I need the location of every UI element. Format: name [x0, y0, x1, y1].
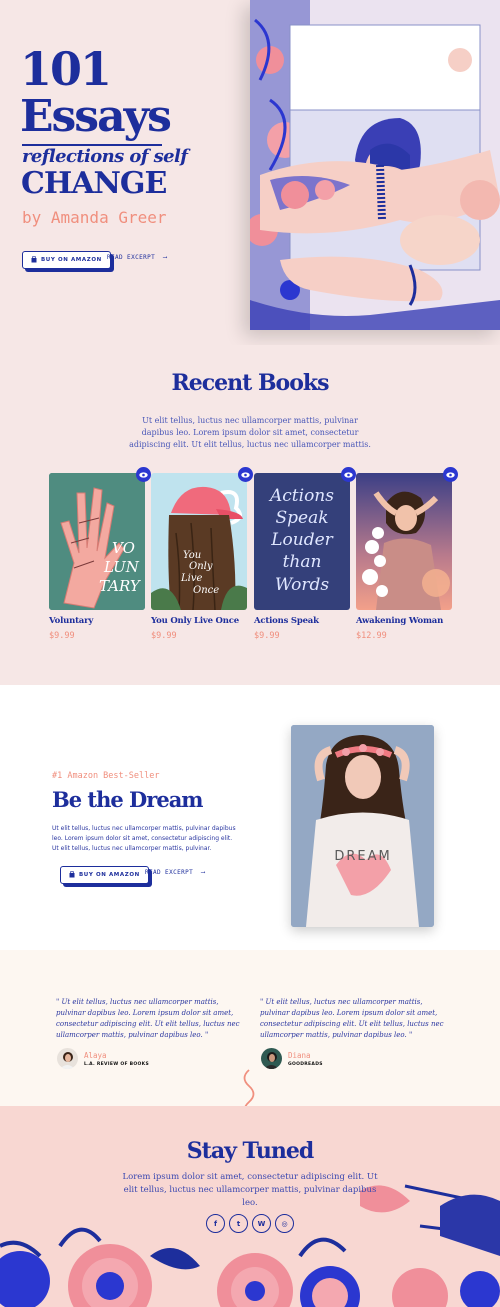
read-excerpt-label: READ EXCERPT: [107, 254, 156, 261]
book-title[interactable]: Voluntary: [49, 616, 145, 626]
yolo-cover-line-1: You: [183, 550, 201, 561]
voluntary-cover-line-1: VO: [112, 539, 135, 557]
actions-cover-line-4: than: [283, 552, 322, 572]
read-excerpt-label: READ EXCERPT: [145, 869, 194, 876]
book-cover-awakening-woman[interactable]: [356, 473, 452, 610]
dream-shirt-text: DREAM: [334, 849, 391, 864]
eye-icon[interactable]: [443, 467, 458, 482]
reviewer-organization: GOODREADS: [288, 1061, 323, 1067]
social-links: f t W ◎: [206, 1214, 294, 1233]
reviewer-name: Alaya: [84, 1050, 107, 1060]
testimonial-reviewer: Alaya L.A. REVIEW OF BOOKS: [57, 1048, 149, 1069]
instagram-icon[interactable]: ◎: [275, 1214, 294, 1233]
testimonial-quote: " Ut elit tellus, luctus nec ullamcorper…: [260, 998, 444, 1039]
book-card[interactable]: Actions Speak Louder than Words Actions …: [254, 467, 356, 641]
book-card[interactable]: VO LUN TARY Voluntary $9.99: [49, 467, 151, 641]
avatar: [57, 1048, 78, 1069]
yolo-cover-line-3: Live: [180, 573, 202, 584]
book-cover-you-only-live-once[interactable]: You Only Live Once: [151, 473, 247, 610]
buy-amazon-label: BUY ON AMAZON: [41, 257, 102, 263]
eye-icon[interactable]: [341, 467, 356, 482]
testimonial-reviewer: Diana GOODREADS: [261, 1048, 323, 1069]
reviewer-name: Diana: [288, 1050, 311, 1060]
hero-title-change: CHANGE: [21, 166, 167, 201]
featured-book-description: Ut elit tellus, luctus nec ullamcorper m…: [52, 825, 236, 852]
book-title[interactable]: Awakening Woman: [356, 616, 452, 626]
voluntary-cover-line-2: LUN: [103, 558, 140, 576]
wordpress-icon[interactable]: W: [252, 1214, 271, 1233]
bestseller-kicker: #1 Amazon Best-Seller: [52, 771, 160, 781]
yolo-cover-line-2: Only: [189, 561, 213, 572]
newsletter-heading: Stay Tuned: [186, 1138, 314, 1164]
featured-read-excerpt-link[interactable]: READ EXCERPT ⟶: [145, 869, 205, 876]
yolo-cover-line-4: Once: [193, 585, 219, 596]
hero-section: 101 Essays reflections of self CHANGE by…: [0, 0, 500, 345]
shopping-bag-icon: [69, 870, 75, 880]
featured-book-heading: Be the Dream: [52, 787, 204, 812]
newsletter-section: Stay Tuned Lorem ipsum dolor sit amet, c…: [0, 1106, 500, 1307]
testimonials-section: " Ut elit tellus, luctus nec ullamcorper…: [0, 950, 500, 1119]
hero-author: by Amanda Greer: [22, 208, 167, 227]
recent-books-section: Recent Books Ut elit tellus, luctus nec …: [0, 345, 500, 685]
hero-read-excerpt-link[interactable]: READ EXCERPT ⟶: [107, 254, 167, 261]
hero-title-number: 101: [20, 42, 112, 96]
reviewer-organization: L.A. REVIEW OF BOOKS: [84, 1061, 149, 1067]
book-price: $9.99: [49, 631, 75, 641]
book-price: $12.99: [356, 631, 387, 641]
book-price: $9.99: [151, 631, 177, 641]
hero-subtitle: reflections of self: [22, 146, 188, 167]
hero-title-word: Essays: [20, 91, 172, 142]
actions-cover-line-2: Speak: [275, 508, 328, 528]
hero-buy-amazon-button[interactable]: BUY ON AMAZON: [22, 251, 111, 269]
recent-books-description: Ut elit tellus, luctus nec ullamcorper m…: [129, 416, 371, 449]
actions-cover-line-5: Words: [275, 575, 330, 595]
book-cover-voluntary[interactable]: VO LUN TARY: [49, 473, 145, 610]
book-title[interactable]: Actions Speak: [254, 616, 350, 626]
buy-amazon-label: BUY ON AMAZON: [79, 872, 140, 878]
shopping-bag-icon: [31, 255, 37, 265]
twitter-icon[interactable]: t: [229, 1214, 248, 1233]
newsletter-description: Lorem ipsum dolor sit amet, consectetur …: [122, 1172, 378, 1208]
book-title[interactable]: You Only Live Once: [151, 616, 247, 626]
hero-book-illustration: [250, 0, 500, 330]
actions-cover-line-3: Louder: [270, 530, 333, 550]
book-price: $9.99: [254, 631, 280, 641]
eye-icon[interactable]: [238, 467, 253, 482]
recent-books-heading: Recent Books: [171, 370, 329, 396]
voluntary-cover-line-3: TARY: [99, 577, 142, 595]
avatar: [261, 1048, 282, 1069]
arrow-right-icon: ⟶: [159, 254, 168, 261]
book-card[interactable]: You Only Live Once You Only Live Once $9…: [151, 467, 253, 641]
arrow-right-icon: ⟶: [197, 869, 206, 876]
facebook-icon[interactable]: f: [206, 1214, 225, 1233]
featured-buy-amazon-button[interactable]: BUY ON AMAZON: [60, 866, 149, 884]
featured-book-cover[interactable]: DREAM: [291, 725, 434, 927]
book-cover-actions-speak[interactable]: Actions Speak Louder than Words: [254, 473, 350, 610]
book-card[interactable]: Awakening Woman $12.99: [356, 467, 458, 641]
testimonial-quote: " Ut elit tellus, luctus nec ullamcorper…: [56, 998, 240, 1039]
actions-cover-line-1: Actions: [268, 486, 334, 506]
eye-icon[interactable]: [136, 467, 151, 482]
featured-book-section: #1 Amazon Best-Seller Be the Dream Ut el…: [0, 685, 500, 950]
